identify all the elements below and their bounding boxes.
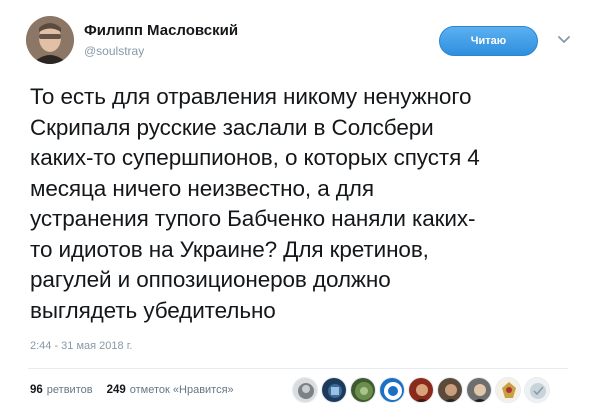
- liker-avatar[interactable]: [495, 377, 521, 403]
- avatar-image: [26, 16, 74, 64]
- retweets-count[interactable]: 96: [30, 384, 43, 396]
- liker-avatar[interactable]: [437, 377, 463, 403]
- liker-avatar[interactable]: [524, 377, 550, 403]
- stats-divider-top: [28, 368, 568, 369]
- liker-avatar[interactable]: [408, 377, 434, 403]
- author-handle[interactable]: @soulstray: [84, 44, 144, 58]
- liker-avatar[interactable]: [321, 377, 347, 403]
- author-name[interactable]: Филипп Масловский: [84, 22, 238, 39]
- tweet-text: То есть для отравления никому ненужного …: [30, 84, 480, 323]
- tweet-header: Филипп Масловский @soulstray Читаю: [26, 14, 584, 70]
- likes-count[interactable]: 249: [107, 384, 126, 396]
- chevron-down-icon[interactable]: [554, 30, 574, 50]
- tweet-timestamp[interactable]: 2:44 - 31 мая 2018 г.: [30, 340, 132, 352]
- follow-button[interactable]: Читаю: [439, 26, 538, 56]
- liker-avatar[interactable]: [379, 377, 405, 403]
- retweets-label[interactable]: ретвитов: [47, 384, 93, 396]
- likes-label[interactable]: отметок «Нравится»: [130, 384, 234, 396]
- author-avatar[interactable]: [26, 16, 74, 64]
- tweet-stats: 96 ретвитов 249 отметок «Нравится»: [30, 384, 234, 396]
- liker-avatar[interactable]: [292, 377, 318, 403]
- likers-avatars: [292, 377, 550, 403]
- liker-avatar[interactable]: [466, 377, 492, 403]
- liker-avatar[interactable]: [350, 377, 376, 403]
